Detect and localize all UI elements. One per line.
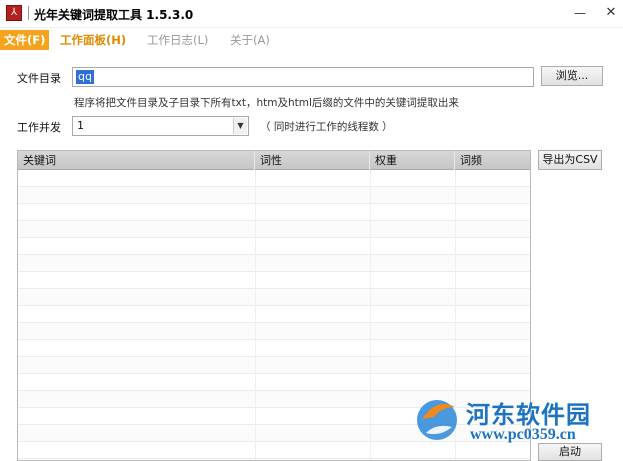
chevron-down-icon[interactable]: ▼ (233, 118, 247, 134)
table-row[interactable] (18, 255, 530, 272)
watermark-url: www.pc0359.cn (470, 426, 576, 443)
concurrency-note: （ 同时进行工作的线程数 ） (260, 121, 393, 133)
app-logo-icon: ⅄ (6, 5, 22, 21)
menu-work-panel[interactable]: 工作面板(H) (56, 30, 130, 50)
export-csv-button[interactable]: 导出为CSV (538, 150, 602, 170)
column-header-weight[interactable]: 权重 (370, 151, 455, 170)
concurrency-label: 工作并发 (17, 121, 61, 134)
concurrency-select[interactable]: 1 ▼ (72, 116, 249, 136)
directory-input[interactable]: qq (72, 67, 534, 87)
table-row[interactable] (18, 170, 530, 187)
concurrency-value: 1 (77, 119, 84, 132)
column-header-pos[interactable]: 词性 (255, 151, 370, 170)
close-button[interactable]: ✕ (602, 4, 620, 22)
menu-file[interactable]: 文件(F) (0, 30, 50, 50)
table-row[interactable] (18, 238, 530, 255)
watermark: 河东软件园 www.pc0359.cn (412, 393, 623, 453)
table-row[interactable] (18, 340, 530, 357)
browse-button[interactable]: 浏览... (541, 66, 603, 86)
menu-bar: 文件(F) 工作面板(H) 工作日志(L) 关于(A) (0, 30, 623, 50)
directory-hint: 程序将把文件目录及子目录下所有txt，htm及html后缀的文件中的关键词提取出… (74, 97, 459, 109)
table-row[interactable] (18, 204, 530, 221)
window-title: 光年关键词提取工具 1.5.3.0 (34, 8, 194, 22)
directory-value[interactable]: qq (76, 70, 94, 84)
directory-label: 文件目录 (17, 72, 61, 85)
watermark-logo-icon (417, 400, 457, 440)
menu-work-log[interactable]: 工作日志(L) (143, 30, 212, 50)
table-row[interactable] (18, 374, 530, 391)
table-row[interactable] (18, 187, 530, 204)
table-row[interactable] (18, 357, 530, 374)
title-separator (28, 6, 29, 20)
table-row[interactable] (18, 289, 530, 306)
table-row[interactable] (18, 221, 530, 238)
table-row[interactable] (18, 272, 530, 289)
column-header-keyword[interactable]: 关键词 (18, 151, 255, 170)
table-row[interactable] (18, 323, 530, 340)
table-row[interactable] (18, 306, 530, 323)
column-divider (255, 170, 256, 460)
column-header-frequency[interactable]: 词频 (455, 151, 530, 170)
minimize-button[interactable]: — (571, 4, 589, 22)
table-header: 关键词 词性 权重 词频 (18, 151, 530, 170)
menu-about[interactable]: 关于(A) (226, 30, 274, 50)
column-divider (370, 170, 371, 460)
watermark-name: 河东软件园 (466, 400, 591, 429)
title-bar: ⅄ 光年关键词提取工具 1.5.3.0 — ✕ (0, 0, 623, 28)
